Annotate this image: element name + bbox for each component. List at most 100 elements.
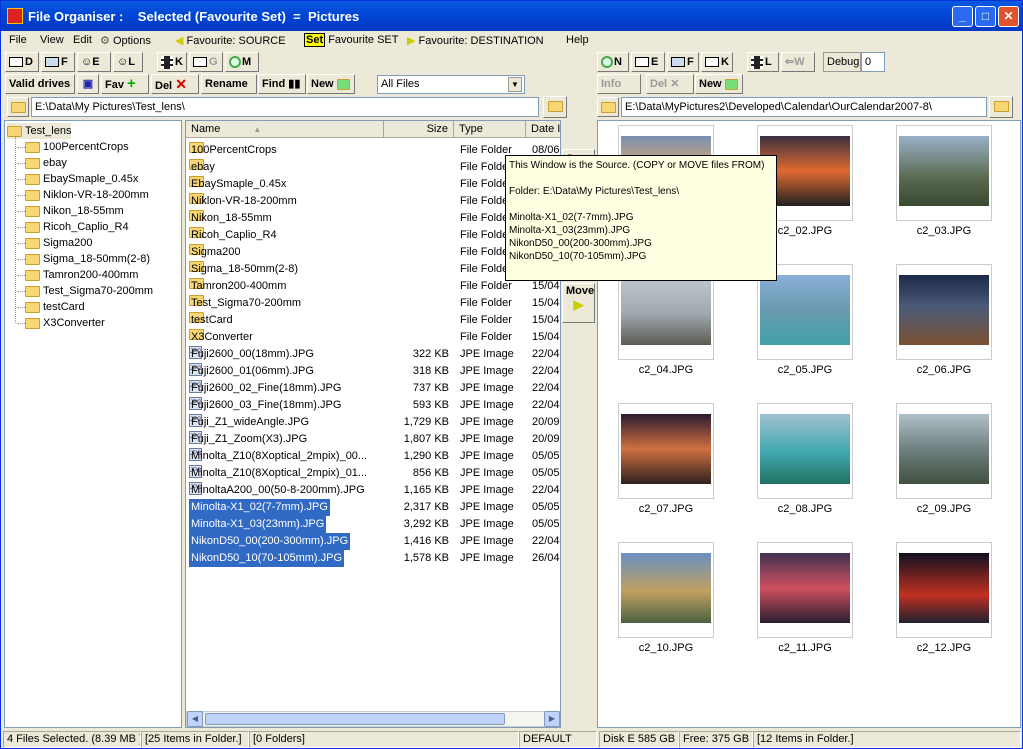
thumbnail[interactable] xyxy=(618,403,714,499)
thumbnail[interactable] xyxy=(618,542,714,638)
thumbnail[interactable] xyxy=(896,125,992,221)
tree-item[interactable]: Niklon-VR-18-200mm xyxy=(17,187,149,203)
file-name: Test_Sigma70-200mm xyxy=(191,297,302,309)
delete-right-button[interactable]: Del ✕ xyxy=(646,74,694,94)
valid-drives-button[interactable]: Valid drives xyxy=(5,74,75,94)
drive-n-button[interactable]: N xyxy=(597,52,629,72)
menu-options[interactable]: ⚙ Options xyxy=(100,34,151,47)
file-row[interactable]: testCard File Folder 15/04 xyxy=(186,312,560,329)
menu-view[interactable]: View xyxy=(40,34,64,46)
tree-item[interactable]: testCard xyxy=(17,299,85,315)
drive-k-right-button[interactable]: K xyxy=(701,52,733,72)
drive-k-button[interactable]: K xyxy=(157,52,187,72)
tree-item[interactable]: Ricoh_Caplio_R4 xyxy=(17,219,129,235)
new-folder-button[interactable]: New xyxy=(307,74,355,94)
tree-connector xyxy=(17,226,25,228)
scroll-left-icon[interactable]: ◀ xyxy=(187,711,203,727)
file-row[interactable]: X3Converter File Folder 15/04 xyxy=(186,329,560,346)
file-name: EbaySmaple_0.45x xyxy=(191,178,287,190)
browse-left-button[interactable] xyxy=(543,96,567,118)
find-button[interactable]: Find ▮▮ xyxy=(258,74,306,94)
drive-icon xyxy=(635,57,649,68)
scroll-thumb[interactable] xyxy=(205,713,505,725)
menu-fav-source[interactable]: ◀ Favourite: SOURCE xyxy=(175,34,286,47)
drive-f-right-button[interactable]: F xyxy=(667,52,699,72)
file-row[interactable]: JPG Minolta_Z10(8Xoptical_2mpix)_00... 1,2… xyxy=(186,448,560,465)
tree-item[interactable]: Sigma_18-50mm(2-8) xyxy=(17,251,150,267)
tree-item[interactable]: Test_Sigma70-200mm xyxy=(17,283,153,299)
drive-w-button[interactable]: ⇐W xyxy=(781,52,815,72)
file-row[interactable]: JPGNikonD50_10(70-105mm).JPG1,578 KBJPE … xyxy=(186,550,560,567)
menu-edit[interactable]: Edit xyxy=(73,34,92,46)
tree-root[interactable]: Test_lens xyxy=(7,123,72,139)
drive-e-button[interactable]: E xyxy=(631,52,665,72)
column-type[interactable]: Type xyxy=(454,121,526,138)
thumbnail-label: c2_03.JPG xyxy=(916,225,972,237)
file-row[interactable]: JPG Fuji2600_02_Fine(18mm).JPG 737 KB JPE I… xyxy=(186,380,560,397)
debug-input[interactable]: 0 xyxy=(861,52,885,72)
thumbnail[interactable] xyxy=(757,542,853,638)
up-folder-button[interactable] xyxy=(7,97,29,117)
horizontal-scrollbar[interactable]: ◀ ▶ xyxy=(186,711,560,727)
file-row[interactable]: JPG Fuji2600_03_Fine(18mm).JPG 593 KB JPE I… xyxy=(186,397,560,414)
menu-fav-set[interactable]: Set Favourite SET xyxy=(304,33,399,47)
rename-button[interactable]: Rename xyxy=(201,74,257,94)
file-row[interactable]: JPG MinoltaA200_00(50-8-200mm).JPG 1,165 K… xyxy=(186,482,560,499)
file-row[interactable]: JPG Fuji2600_01(06mm).JPG 318 KB JPE Image 2… xyxy=(186,363,560,380)
fav-e-button[interactable]: ☺E xyxy=(77,52,111,72)
thumbnail[interactable] xyxy=(896,542,992,638)
tree-line xyxy=(15,137,16,323)
file-filter-select[interactable]: All Files ▼ xyxy=(377,75,525,94)
computer-button[interactable]: ▣ xyxy=(77,74,99,94)
close-button[interactable]: ✕ xyxy=(998,6,1019,27)
fav-button[interactable]: Fav + xyxy=(101,74,149,94)
maximize-button[interactable]: □ xyxy=(975,6,996,27)
folder-tree[interactable]: Test_lens 100PercentCrops ebay EbaySmaple_… xyxy=(4,120,182,728)
column-name[interactable]: Name ▲ xyxy=(186,121,384,138)
scroll-right-icon[interactable]: ▶ xyxy=(544,711,560,727)
title-bar[interactable]: File Organiser : Selected (Favourite Set… xyxy=(1,1,1022,31)
tree-item[interactable]: EbaySmaple_0.45x xyxy=(17,171,138,187)
drive-g-button[interactable]: G xyxy=(189,52,223,72)
drive-l-right-button[interactable]: L xyxy=(747,52,779,72)
thumbnail[interactable] xyxy=(896,264,992,360)
menu-help[interactable]: Help xyxy=(566,34,589,46)
right-path-field[interactable]: E:\Data\MyPictures2\Developed\Calendar\O… xyxy=(621,97,987,117)
menu-file[interactable]: File xyxy=(9,34,27,46)
file-row[interactable]: JPG Minolta_Z10(8Xoptical_2mpix)_01... 856… xyxy=(186,465,560,482)
tree-item[interactable]: X3Converter xyxy=(17,315,105,331)
tree-item[interactable]: Sigma200 xyxy=(17,235,93,251)
fav-l-button[interactable]: ☺L xyxy=(113,52,143,72)
menu-fav-destination[interactable]: ▶ Favourite: DESTINATION xyxy=(407,34,544,47)
move-button[interactable]: Move ▶ xyxy=(562,283,595,323)
minimize-button[interactable]: _ xyxy=(952,6,973,27)
thumbnail-label: c2_10.JPG xyxy=(638,642,694,654)
tree-item[interactable]: ebay xyxy=(17,155,67,171)
file-size: 1,578 KB xyxy=(403,552,449,564)
file-name: Nikon_18-55mm xyxy=(191,212,272,224)
delete-button[interactable]: Del ✕ xyxy=(151,74,199,94)
file-row[interactable]: JPGMinolta-X1_02(7-7mm).JPG2,317 KBJPE I… xyxy=(186,499,560,516)
tree-item[interactable]: Tamron200-400mm xyxy=(17,267,138,283)
browse-right-button[interactable] xyxy=(989,96,1013,118)
file-row[interactable]: Test_Sigma70-200mm File Folder 15/04 xyxy=(186,295,560,312)
column-size[interactable]: Size xyxy=(384,121,454,138)
file-row[interactable]: JPG Fuji2600_00(18mm).JPG 322 KB JPE Image 2… xyxy=(186,346,560,363)
thumbnail[interactable] xyxy=(896,403,992,499)
up-folder-right-button[interactable] xyxy=(597,97,619,117)
info-button[interactable]: Info xyxy=(597,74,641,94)
drive-d-button[interactable]: D xyxy=(5,52,39,72)
new-folder-right-button[interactable]: New xyxy=(695,74,743,94)
file-name: Sigma200 xyxy=(191,246,241,258)
file-row[interactable]: JPGNikonD50_00(200-300mm).JPG1,416 KBJPE… xyxy=(186,533,560,550)
tree-item[interactable]: 100PercentCrops xyxy=(17,139,129,155)
drive-f-button[interactable]: F xyxy=(41,52,75,72)
left-path-field[interactable]: E:\Data\My Pictures\Test_lens\ xyxy=(31,97,539,117)
thumbnail[interactable] xyxy=(757,403,853,499)
file-row[interactable]: JPG Fuji_Z1_Zoom(X3).JPG 1,807 KB JPE Image… xyxy=(186,431,560,448)
column-date[interactable]: Date I xyxy=(526,121,560,138)
tree-item[interactable]: Nikon_18-55mm xyxy=(17,203,124,219)
file-row[interactable]: JPG Fuji_Z1_wideAngle.JPG 1,729 KB JPE Imag… xyxy=(186,414,560,431)
drive-m-button[interactable]: M xyxy=(225,52,259,72)
file-row[interactable]: JPGMinolta-X1_03(23mm).JPG3,292 KBJPE Im… xyxy=(186,516,560,533)
